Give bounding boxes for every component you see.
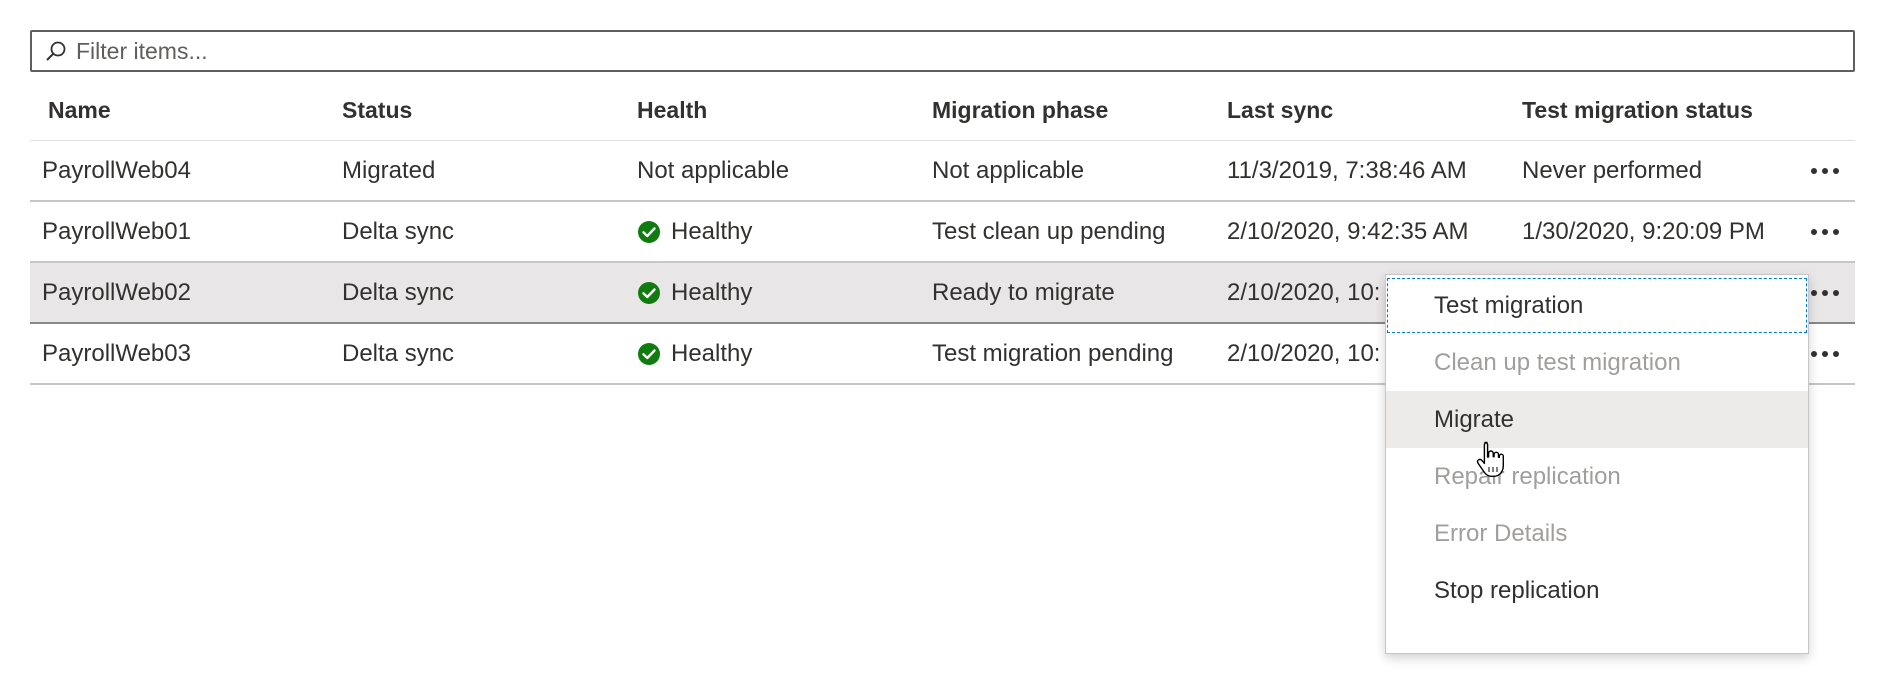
health-label: Healthy bbox=[671, 278, 753, 306]
column-header-last-sync[interactable]: Last sync bbox=[1227, 97, 1333, 124]
cell-status: Delta sync bbox=[342, 339, 455, 367]
cell-health: Healthy bbox=[637, 279, 752, 307]
cell-last-sync: 2/10/2020, 9:42:35 AM bbox=[1227, 217, 1469, 245]
ellipsis-icon bbox=[1811, 167, 1839, 174]
cell-migration-phase: Test migration pending bbox=[932, 339, 1174, 367]
health-label: Healthy bbox=[671, 217, 753, 245]
cell-test-migration-status: Never performed bbox=[1522, 156, 1703, 184]
menu-item-clean-up-test-migration: Clean up test migration bbox=[1434, 348, 1681, 376]
menu-item-error-details: Error Details bbox=[1434, 519, 1568, 547]
more-actions-button[interactable] bbox=[1805, 350, 1845, 357]
context-menu: Test migration Clean up test migration M… bbox=[1385, 274, 1809, 654]
health-label: Not applicable bbox=[637, 156, 790, 184]
search-icon bbox=[44, 39, 68, 63]
column-header-health[interactable]: Health bbox=[637, 97, 707, 124]
check-circle-icon bbox=[637, 342, 661, 366]
cell-name: PayrollWeb04 bbox=[42, 156, 191, 184]
ellipsis-icon bbox=[1811, 228, 1839, 235]
more-actions-button[interactable] bbox=[1805, 167, 1845, 174]
replicating-machines-page: Name Status Health Migration phase Last … bbox=[0, 0, 1889, 693]
column-header-status[interactable]: Status bbox=[342, 97, 412, 124]
cell-migration-phase: Not applicable bbox=[932, 156, 1085, 184]
column-header-name[interactable]: Name bbox=[48, 97, 111, 124]
cell-migration-phase: Test clean up pending bbox=[932, 217, 1166, 245]
cell-name: PayrollWeb02 bbox=[42, 278, 191, 306]
cell-health: Healthy bbox=[637, 218, 752, 246]
menu-item-migrate[interactable]: Migrate bbox=[1386, 391, 1808, 448]
check-circle-icon bbox=[637, 220, 661, 244]
menu-item-stop-replication[interactable]: Stop replication bbox=[1386, 562, 1808, 619]
table-header: Name Status Health Migration phase Last … bbox=[30, 80, 1855, 141]
menu-item-test-migration[interactable]: Test migration bbox=[1386, 277, 1808, 334]
cell-status: Delta sync bbox=[342, 217, 455, 245]
filter-box[interactable] bbox=[30, 30, 1855, 72]
cell-name: PayrollWeb03 bbox=[42, 339, 191, 367]
table-row[interactable]: PayrollWeb04 Migrated Not applicable Not… bbox=[30, 141, 1855, 202]
cell-status: Migrated bbox=[342, 156, 436, 184]
cell-migration-phase: Ready to migrate bbox=[932, 278, 1115, 306]
hand-cursor-icon bbox=[1476, 440, 1506, 480]
cell-last-sync: 11/3/2019, 7:38:46 AM bbox=[1227, 156, 1467, 184]
cell-test-migration-status: 1/30/2020, 9:20:09 PM bbox=[1522, 217, 1765, 245]
cell-last-sync: 2/10/2020, 10: bbox=[1227, 278, 1381, 306]
cell-last-sync: 2/10/2020, 10: bbox=[1227, 339, 1381, 367]
column-header-test-migration-status[interactable]: Test migration status bbox=[1522, 97, 1753, 124]
ellipsis-icon bbox=[1811, 289, 1839, 296]
more-actions-button[interactable] bbox=[1805, 228, 1845, 235]
more-actions-button[interactable] bbox=[1805, 289, 1845, 296]
table-row[interactable]: PayrollWeb01 Delta sync Healthy Test cle… bbox=[30, 202, 1855, 263]
ellipsis-icon bbox=[1811, 350, 1839, 357]
health-label: Healthy bbox=[671, 339, 753, 367]
cell-health: Healthy bbox=[637, 340, 752, 368]
cell-status: Delta sync bbox=[342, 278, 455, 306]
column-header-migration-phase[interactable]: Migration phase bbox=[932, 97, 1108, 124]
check-circle-icon bbox=[637, 281, 661, 305]
filter-input[interactable] bbox=[76, 37, 1853, 65]
menu-item-repair-replication: Repair replication bbox=[1434, 462, 1621, 490]
cell-health: Not applicable bbox=[637, 157, 789, 185]
cell-name: PayrollWeb01 bbox=[42, 217, 191, 245]
